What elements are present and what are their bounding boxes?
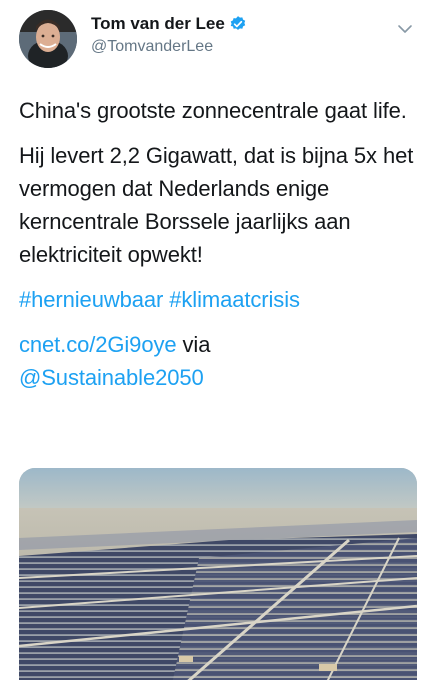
hashtag-klimaatcrisis[interactable]: #klimaatcrisis: [169, 287, 300, 312]
verified-badge-icon: [229, 15, 247, 33]
tweet-paragraph-1: China's grootste zonnecentrale gaat life…: [19, 98, 407, 123]
hashtags-line: #hernieuwbaar #klimaatcrisis: [19, 283, 421, 316]
author-name-row[interactable]: Tom van der Lee: [91, 14, 247, 34]
avatar[interactable]: [19, 10, 77, 68]
media-photo[interactable]: [19, 468, 417, 680]
author-handle[interactable]: @TomvanderLee: [91, 38, 213, 56]
author-display-name[interactable]: Tom van der Lee: [91, 14, 225, 34]
person-portrait-avatar-icon: [19, 10, 77, 68]
tweet-text: China's grootste zonnecentrale gaat life…: [19, 94, 421, 394]
cnet-link[interactable]: cnet.co/2Gi9oye: [19, 332, 177, 357]
tweet-paragraph-2: Hij levert 2,2 Gigawatt, dat is bijna 5x…: [19, 143, 414, 267]
link-line: cnet.co/2Gi9oye via @Sustainable2050: [19, 328, 421, 394]
hashtag-hernieuwbaar[interactable]: #hernieuwbaar: [19, 287, 163, 312]
tweet: Tom van der Lee @TomvanderLee China's gr…: [0, 0, 435, 680]
via-text: via: [182, 332, 211, 357]
solar-farm-photo: [19, 468, 417, 680]
chevron-down-icon[interactable]: [396, 20, 414, 38]
mention-sustainable2050[interactable]: @Sustainable2050: [19, 365, 204, 390]
